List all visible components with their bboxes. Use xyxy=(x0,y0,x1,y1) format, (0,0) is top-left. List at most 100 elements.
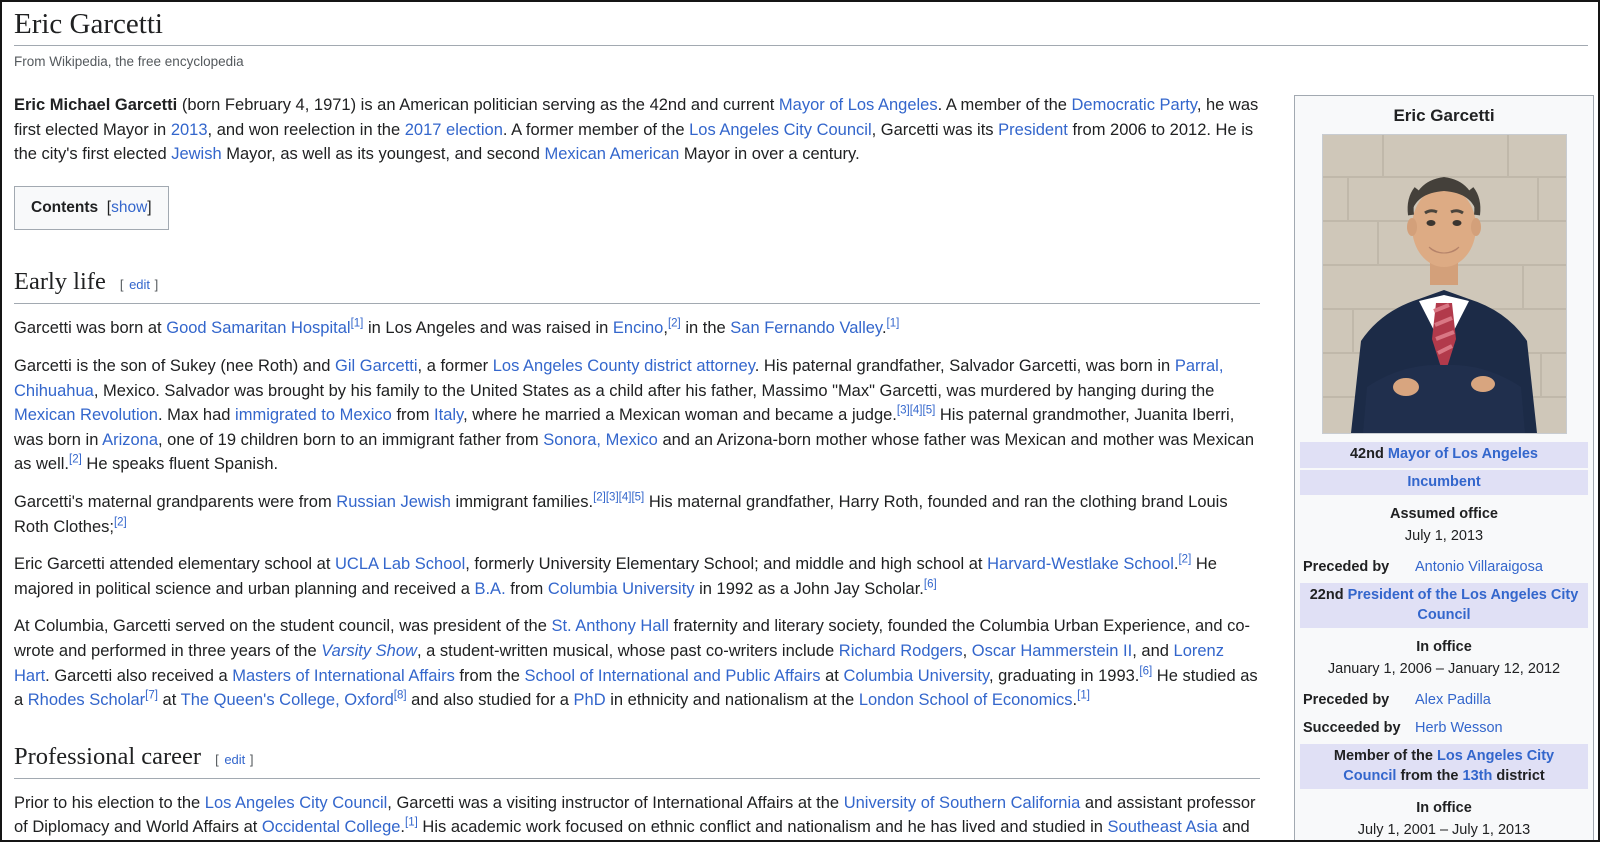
infobox-office-label: Assumed office xyxy=(1390,506,1498,522)
portrait-photo-illustration xyxy=(1322,135,1566,433)
reference-marker: [8] xyxy=(394,690,407,702)
reference-link[interactable]: [2] xyxy=(1178,554,1191,566)
wiki-link[interactable]: Southeast Asia xyxy=(1108,818,1218,836)
wiki-link[interactable]: Los Angeles City Council xyxy=(205,794,388,812)
wiki-link[interactable]: UCLA Lab School xyxy=(335,555,465,573)
text: . Max had xyxy=(158,406,236,425)
wiki-link[interactable]: Columbia University xyxy=(548,580,695,598)
text: , Garcetti was a visiting instructor of … xyxy=(387,793,844,812)
portrait-photo[interactable] xyxy=(1321,134,1567,434)
wiki-link[interactable]: Occidental College xyxy=(262,818,401,836)
reference-link[interactable]: [3] xyxy=(606,491,619,504)
contents-show-toggle[interactable]: show xyxy=(111,199,147,216)
wiki-link[interactable]: Mayor of Los Angeles xyxy=(1388,446,1538,462)
wiki-link[interactable]: Democratic Party xyxy=(1072,96,1197,114)
wiki-link[interactable]: San Fernando Valley xyxy=(730,319,882,337)
text: , and won reelection in the xyxy=(207,120,405,139)
text: immigrant families. xyxy=(450,492,594,511)
wiki-link[interactable]: Mexican Revolution xyxy=(14,406,158,424)
wiki-link[interactable]: Harvard-Westlake School xyxy=(987,555,1174,573)
infobox-row-label: Succeeded by xyxy=(1303,720,1401,736)
reference-marker: [7] xyxy=(145,690,158,702)
wiki-link[interactable]: PhD xyxy=(574,691,606,709)
page-subtitle: From Wikipedia, the free encyclopedia xyxy=(14,54,244,69)
reference-marker: [3] xyxy=(897,405,910,417)
text: Prior to his election to the xyxy=(14,793,205,812)
paragraph: Garcetti's maternal grandparents were fr… xyxy=(14,490,1260,539)
text: from the xyxy=(1396,767,1463,784)
reference-link[interactable]: [1] xyxy=(887,318,900,330)
reference-link[interactable]: [6] xyxy=(924,578,937,590)
reference-link[interactable]: [2] xyxy=(668,318,681,330)
wiki-link[interactable]: Rhodes Scholar xyxy=(28,691,145,709)
reference-marker: [5] xyxy=(923,405,936,417)
reference-link[interactable]: [1] xyxy=(351,318,364,330)
reference-link[interactable]: [5] xyxy=(631,491,644,504)
wiki-link[interactable]: School of International and Public Affai… xyxy=(525,667,821,685)
reference-link[interactable]: [7] xyxy=(145,690,158,702)
infobox-row: Succeeded by Herb Wesson xyxy=(1298,714,1590,742)
edit-link[interactable]: edit xyxy=(129,277,150,292)
wiki-link[interactable]: St. Anthony Hall xyxy=(551,617,668,635)
reference-link[interactable]: [4] xyxy=(619,491,632,504)
reference-link[interactable]: [5] xyxy=(923,405,936,417)
text: from xyxy=(505,579,548,598)
wiki-link[interactable]: 2013 xyxy=(171,121,208,139)
text: and also studied for a xyxy=(406,691,574,710)
wiki-link[interactable]: President xyxy=(998,121,1068,139)
wiki-link[interactable]: Masters of International Affairs xyxy=(232,667,455,685)
wiki-link[interactable]: 13th xyxy=(1463,768,1493,784)
text: Garcetti's maternal grandparents were fr… xyxy=(14,492,337,511)
wiki-link[interactable]: Herb Wesson xyxy=(1415,718,1503,738)
reference-link[interactable]: [1] xyxy=(1077,690,1090,702)
wiki-link[interactable]: University of Southern California xyxy=(844,794,1081,812)
wiki-link[interactable]: Richard Rodgers xyxy=(839,642,963,660)
wiki-link[interactable]: Good Samaritan Hospital xyxy=(166,319,350,337)
wiki-link[interactable]: B.A. xyxy=(474,580,505,598)
wiki-link[interactable]: London School of Economics xyxy=(859,691,1073,709)
wiki-link[interactable]: Russian Jewish xyxy=(336,493,451,511)
page-title: Eric Garcetti xyxy=(14,8,1588,46)
wiki-link[interactable]: Mayor of Los Angeles xyxy=(779,96,938,114)
reference-link[interactable]: [1] xyxy=(405,817,418,829)
wiki-link[interactable]: Gil Garcetti xyxy=(335,357,418,375)
paragraph: Eric Garcetti attended elementary school… xyxy=(14,552,1260,601)
wiki-link[interactable]: 2017 election xyxy=(405,121,503,139)
text: , formerly University Elementary School;… xyxy=(465,555,988,574)
wiki-link[interactable]: Mexican American xyxy=(545,145,680,163)
text: Garcetti was born at xyxy=(14,319,167,338)
infobox-office-band: Member of the Los Angeles City Council f… xyxy=(1300,744,1588,789)
wiki-link[interactable]: Los Angeles City Council xyxy=(689,121,872,139)
reference-link[interactable]: [6] xyxy=(1139,665,1152,677)
infobox-title: Eric Garcetti xyxy=(1393,106,1495,125)
reference-link[interactable]: [4] xyxy=(910,405,923,417)
reference-link[interactable]: [8] xyxy=(394,690,407,702)
reference-link[interactable]: [2] xyxy=(593,491,606,504)
wiki-link[interactable]: Antonio Villaraigosa xyxy=(1415,557,1543,577)
edit-link[interactable]: edit xyxy=(224,752,245,767)
wiki-link[interactable]: The Queen's College, Oxford xyxy=(181,691,394,709)
wiki-link[interactable]: Oscar Hammerstein II xyxy=(972,642,1132,660)
wiki-link[interactable]: immigrated to Mexico xyxy=(235,406,392,424)
section-edit: [ edit ] xyxy=(119,277,160,293)
wiki-link[interactable]: Jewish xyxy=(171,145,221,163)
text: at xyxy=(820,666,844,685)
wiki-link[interactable]: Sonora, Mexico xyxy=(543,431,658,449)
wiki-link[interactable]: Columbia University xyxy=(843,667,989,685)
infobox-office-label: In office xyxy=(1416,800,1472,816)
wiki-link[interactable]: President of the Los Angeles City Counci… xyxy=(1348,587,1579,623)
reference-link[interactable]: [2] xyxy=(114,516,127,528)
wiki-link[interactable]: Alex Padilla xyxy=(1415,690,1491,710)
wiki-link[interactable]: Varsity Show xyxy=(321,642,417,660)
reference-marker: [2] xyxy=(1178,554,1191,566)
wiki-link[interactable]: Arizona xyxy=(102,431,158,449)
wiki-link[interactable]: Encino xyxy=(613,319,663,337)
article-main-column: Eric Michael Garcetti (born February 4, … xyxy=(14,93,1260,840)
wiki-link[interactable]: Los Angeles County district attorney xyxy=(493,357,755,375)
wiki-link[interactable]: Incumbent xyxy=(1407,474,1480,490)
wikipedia-page: Eric Garcetti From Wikipedia, the free e… xyxy=(0,0,1600,842)
reference-marker: [1] xyxy=(351,318,364,330)
reference-link[interactable]: [2] xyxy=(69,454,82,466)
wiki-link[interactable]: Italy xyxy=(434,406,463,424)
reference-link[interactable]: [3] xyxy=(897,405,910,417)
